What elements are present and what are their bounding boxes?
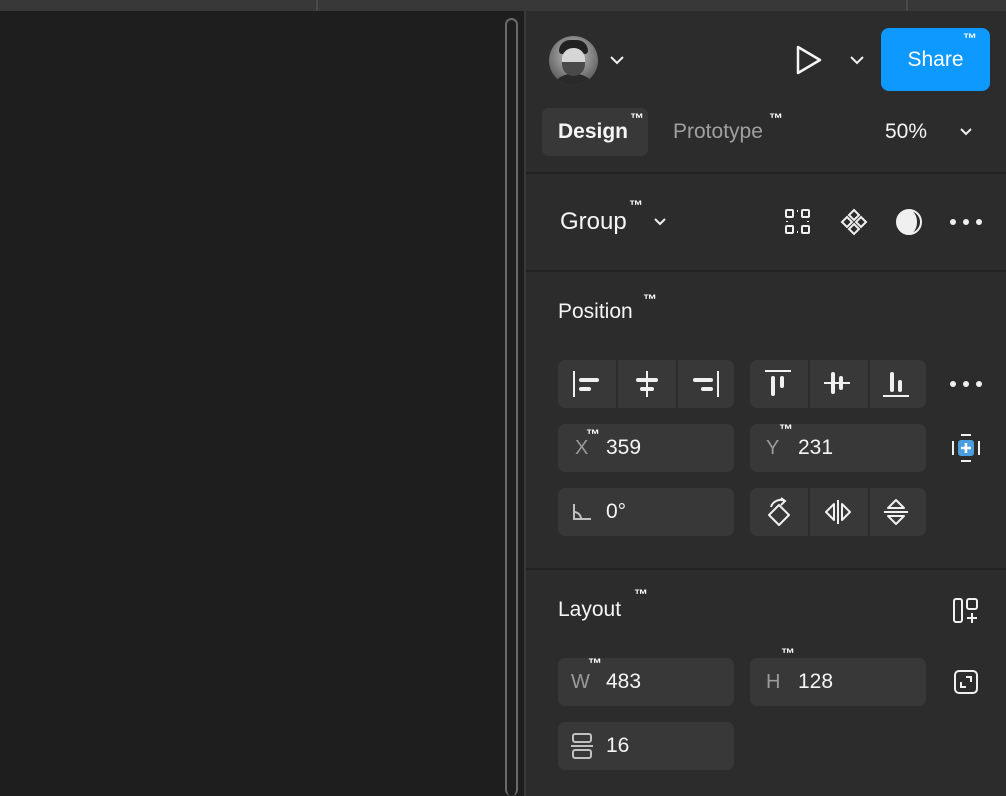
section-divider [526, 172, 1006, 174]
vertical-gap-icon [571, 733, 593, 759]
play-chevron-down-icon[interactable] [850, 55, 864, 65]
rotate-90-icon[interactable] [767, 497, 791, 527]
position-section-title: Position [558, 300, 633, 323]
flip-horizontal-icon[interactable] [824, 500, 852, 524]
top-strip [0, 0, 1006, 11]
align-left-icon[interactable] [572, 371, 602, 397]
y-value: 231 [798, 436, 834, 459]
more-align-options-icon[interactable] [950, 381, 982, 387]
rotation-value: 0° [606, 500, 627, 523]
trademark-mark: ™ [634, 586, 649, 602]
align-right-icon[interactable] [692, 371, 722, 397]
trademark-mark: ™ [586, 426, 601, 442]
section-divider [526, 270, 1006, 272]
resize-to-fit-icon[interactable] [954, 670, 978, 694]
trademark-mark: ™ [629, 197, 644, 213]
flip-vertical-icon[interactable] [884, 498, 908, 526]
canvas-scrollbar[interactable] [505, 18, 518, 796]
trademark-mark: ™ [643, 291, 658, 307]
height-label: H [766, 671, 781, 693]
width-label: W [571, 671, 590, 693]
selection-type-label[interactable]: Group [560, 208, 627, 236]
align-top-icon[interactable] [765, 369, 791, 397]
layout-section-title: Layout [558, 598, 622, 621]
tab-prototype[interactable]: Prototype [673, 120, 763, 144]
tab-design-label: Design [558, 120, 629, 143]
trademark-mark: ™ [630, 110, 645, 126]
avatar-chevron-down-icon[interactable] [610, 55, 624, 65]
share-button-label: Share [907, 47, 964, 71]
x-value: 359 [606, 436, 642, 459]
rotation-angle-icon [573, 504, 591, 520]
constraints-icon[interactable] [951, 433, 981, 463]
frame-selection-icon[interactable] [785, 209, 811, 235]
play-icon[interactable] [795, 45, 823, 75]
trademark-mark: ™ [781, 645, 796, 661]
avatar[interactable] [549, 36, 598, 85]
mask-icon[interactable] [895, 208, 925, 236]
align-horizontal-center-icon[interactable] [634, 371, 660, 397]
section-divider [526, 568, 1006, 570]
component-icon[interactable] [840, 208, 868, 236]
align-vertical-center-icon[interactable] [824, 370, 850, 396]
top-strip-segment [0, 0, 318, 11]
width-value: 483 [606, 670, 642, 693]
align-bottom-icon[interactable] [883, 370, 909, 398]
zoom-chevron-down-icon[interactable] [960, 128, 972, 136]
trademark-mark: ™ [588, 655, 603, 671]
zoom-level[interactable]: 50% [885, 120, 927, 144]
trademark-mark: ™ [963, 30, 978, 46]
add-auto-layout-icon[interactable] [953, 598, 979, 624]
height-value: 128 [798, 670, 834, 693]
more-options-icon[interactable] [950, 219, 982, 225]
trademark-mark: ™ [769, 110, 784, 126]
gap-value: 16 [606, 734, 630, 757]
trademark-mark: ™ [779, 421, 794, 437]
y-label: Y [766, 437, 780, 459]
top-strip-segment [318, 0, 908, 11]
canvas[interactable] [0, 11, 506, 796]
selection-chevron-down-icon[interactable] [654, 218, 666, 226]
